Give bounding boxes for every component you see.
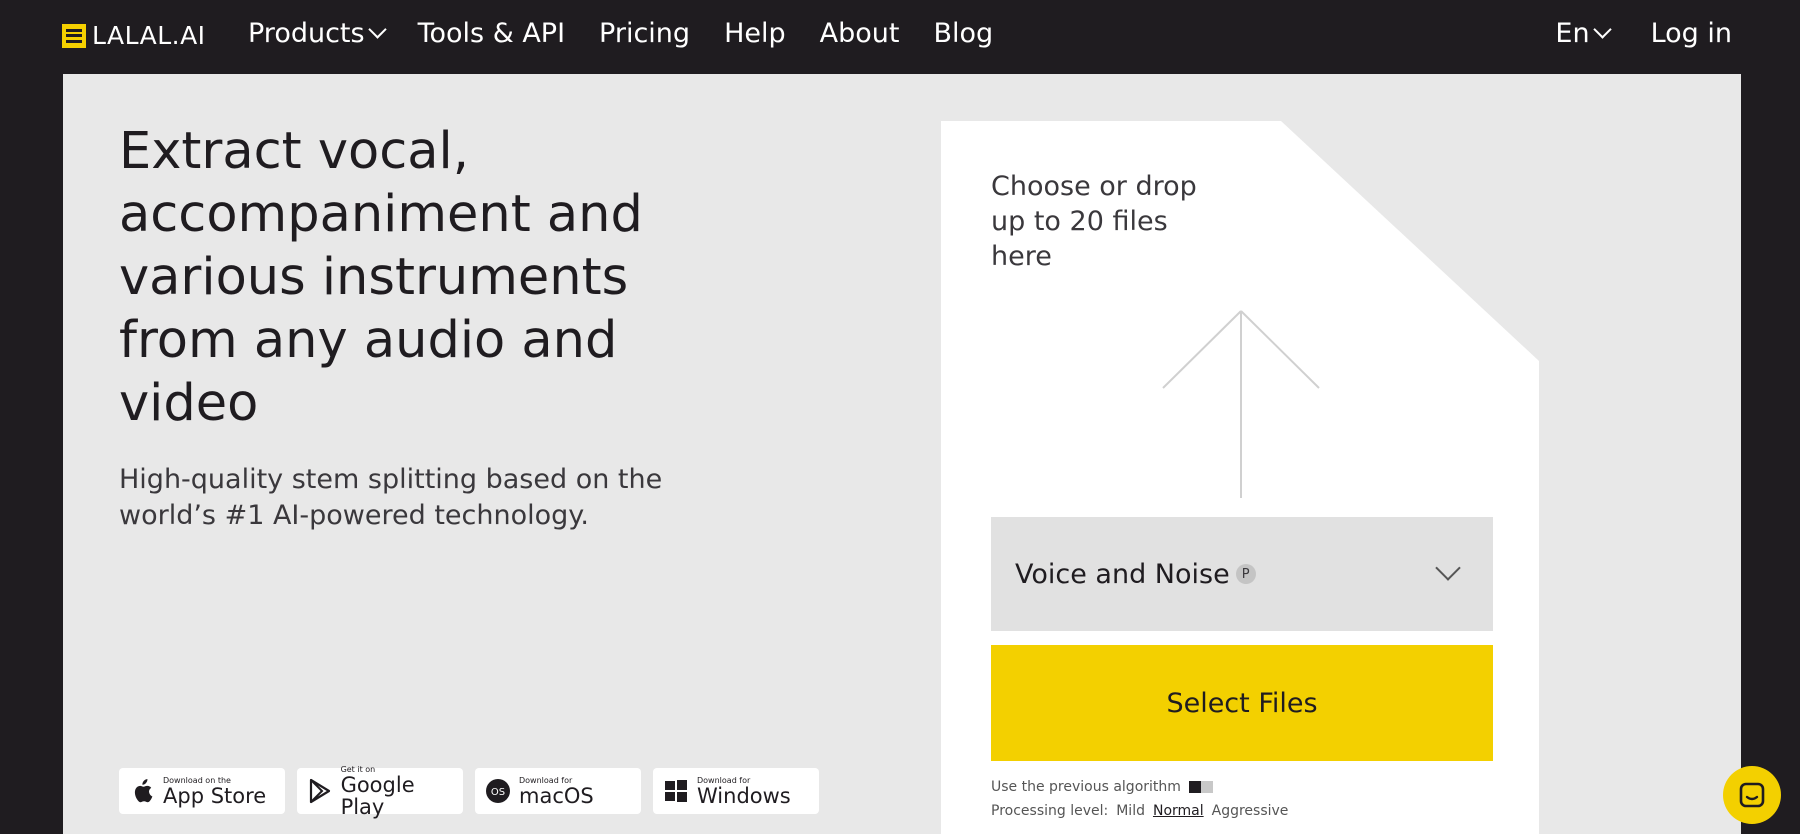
chevron-down-icon xyxy=(367,20,387,39)
chat-icon xyxy=(1739,782,1765,808)
processing-level-label: Processing level: xyxy=(991,803,1109,819)
macos-button[interactable]: OS Download for macOS xyxy=(475,768,641,814)
previous-algorithm-label: Use the previous algorithm xyxy=(991,779,1181,795)
windows-button[interactable]: Download for Windows xyxy=(653,768,819,814)
nav-links: Products Tools & API Pricing Help About … xyxy=(248,18,1027,49)
app-store-button[interactable]: Download on the App Store xyxy=(119,768,285,814)
nav-blog[interactable]: Blog xyxy=(933,18,993,49)
nav-tools-api[interactable]: Tools & API xyxy=(418,18,565,49)
logo-icon xyxy=(62,23,86,48)
previous-algorithm-toggle[interactable] xyxy=(1188,781,1213,793)
level-aggressive[interactable]: Aggressive xyxy=(1212,803,1289,819)
upload-arrow-icon xyxy=(1162,310,1320,498)
apple-icon xyxy=(129,778,155,804)
nav-about[interactable]: About xyxy=(820,18,900,49)
hero-panel: Extract vocal, accompaniment and various… xyxy=(63,74,1741,834)
selected-option: Voice and Noise xyxy=(1015,558,1230,590)
chevron-down-icon xyxy=(1592,20,1612,39)
chat-button[interactable] xyxy=(1723,766,1781,824)
login-link[interactable]: Log in xyxy=(1651,18,1732,49)
logo[interactable]: LALAL.AI xyxy=(62,21,206,50)
top-nav: LALAL.AI Products Tools & API Pricing He… xyxy=(0,0,1800,74)
nav-pricing[interactable]: Pricing xyxy=(599,18,690,49)
nav-products[interactable]: Products xyxy=(248,18,387,49)
svg-text:OS: OS xyxy=(491,787,505,798)
store-badges: Download on the App Store Get it on Goog… xyxy=(119,765,819,818)
select-files-button[interactable]: Select Files xyxy=(991,645,1493,761)
drop-instructions: Choose or drop up to 20 files here xyxy=(991,171,1197,272)
separation-type-select[interactable]: Voice and Noise P xyxy=(991,517,1493,631)
file-drop-zone[interactable]: Choose or drop up to 20 files here Voice… xyxy=(941,121,1539,834)
google-play-button[interactable]: Get it on Google Play xyxy=(297,765,463,818)
macos-icon: OS xyxy=(485,778,511,804)
level-normal[interactable]: Normal xyxy=(1153,803,1204,819)
language-selector[interactable]: En xyxy=(1555,18,1612,49)
level-mild[interactable]: Mild xyxy=(1116,803,1145,819)
nav-right: En Log in xyxy=(1555,18,1732,49)
premium-badge: P xyxy=(1235,564,1256,584)
hero-headline: Extract vocal, accompaniment and various… xyxy=(119,122,643,433)
previous-algorithm-row: Use the previous algorithm xyxy=(991,779,1213,795)
windows-icon xyxy=(663,778,689,804)
processing-level: Processing level: Mild Normal Aggressive xyxy=(991,803,1288,819)
brand-name: LALAL.AI xyxy=(92,21,206,50)
chevron-down-icon xyxy=(1435,555,1461,581)
hero-subline: High-quality stem splitting based on the… xyxy=(119,464,663,531)
nav-help[interactable]: Help xyxy=(724,18,786,49)
google-play-icon xyxy=(307,778,333,804)
